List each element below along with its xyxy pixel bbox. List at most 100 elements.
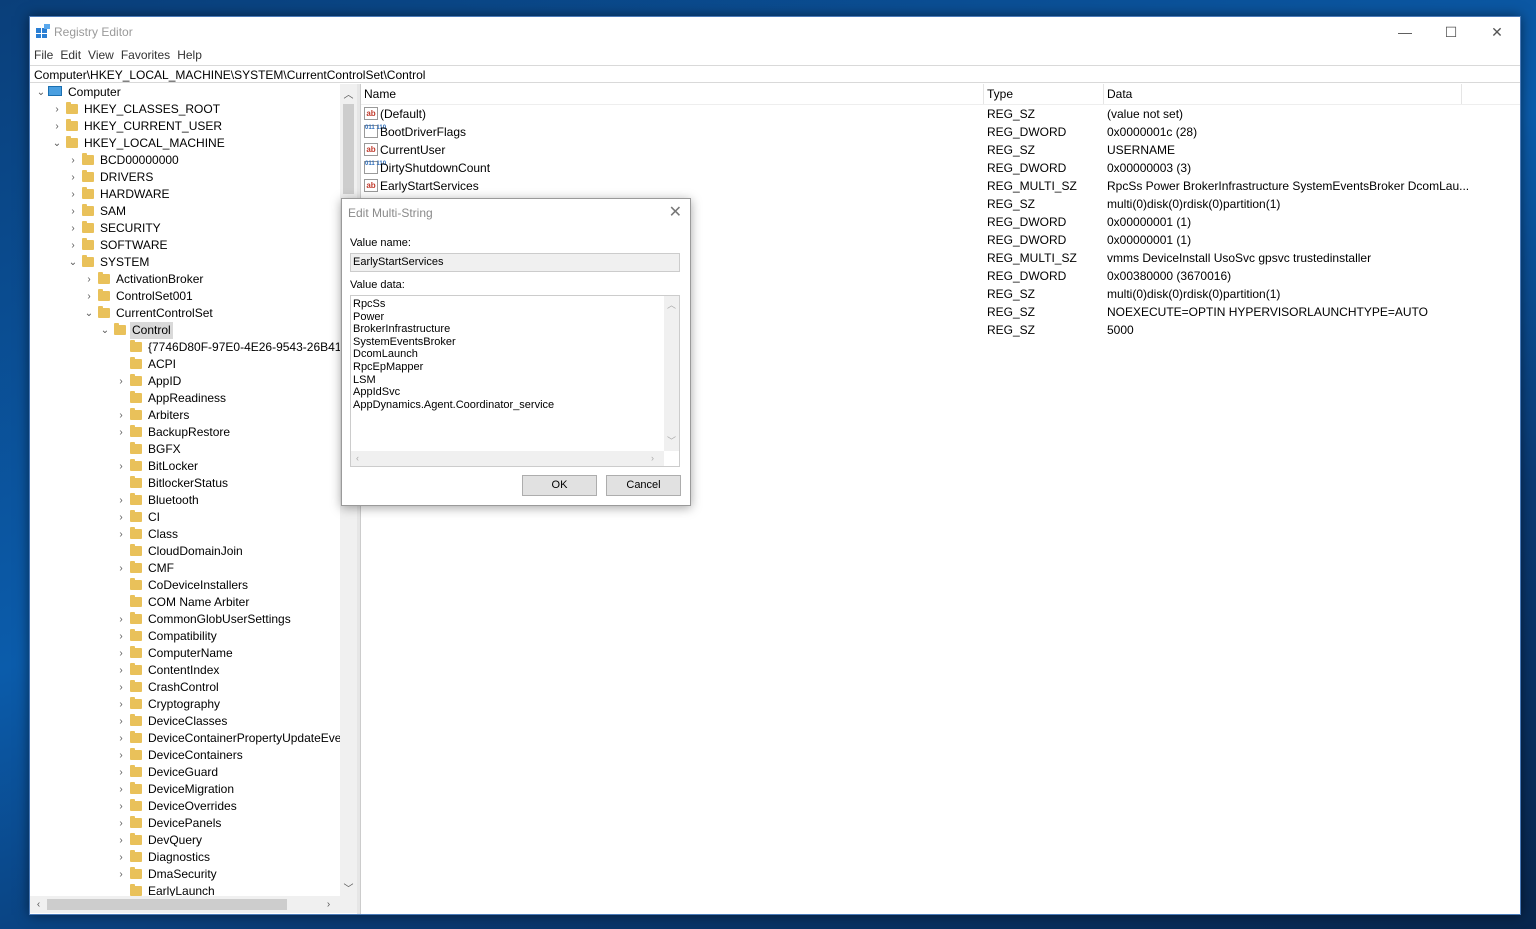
value-name: DirtyShutdownCount bbox=[380, 161, 491, 175]
menu-view[interactable]: View bbox=[85, 47, 117, 63]
folder-icon bbox=[130, 816, 142, 828]
close-button[interactable]: ✕ bbox=[1474, 17, 1520, 47]
chevron-right-icon[interactable]: › bbox=[116, 713, 126, 730]
menu-file[interactable]: File bbox=[31, 47, 56, 63]
folder-icon bbox=[82, 255, 94, 267]
chevron-right-icon[interactable]: › bbox=[116, 849, 126, 866]
tree-node-label: ActivationBroker bbox=[116, 272, 204, 286]
tree-node-label: CurrentControlSet bbox=[116, 306, 213, 320]
title-bar[interactable]: Registry Editor — ☐ ✕ bbox=[30, 17, 1520, 47]
maximize-button[interactable]: ☐ bbox=[1428, 17, 1474, 47]
value-name-field[interactable]: EarlyStartServices bbox=[350, 253, 680, 272]
folder-icon bbox=[130, 510, 142, 522]
menu-edit[interactable]: Edit bbox=[57, 47, 84, 63]
chevron-right-icon[interactable]: › bbox=[84, 271, 94, 288]
tree-node-label: Arbiters bbox=[148, 408, 190, 422]
tree-node-label: HKEY_CURRENT_USER bbox=[84, 119, 223, 133]
value-row[interactable]: ab EarlyStartServices REG_MULTI_SZ RpcSs Po… bbox=[361, 177, 1520, 195]
chevron-right-icon[interactable]: › bbox=[116, 730, 126, 747]
value-row[interactable]: 011 110 BootDriverFlags REG_DWORD 0x0000001… bbox=[361, 123, 1520, 141]
column-header-type[interactable]: Type bbox=[987, 87, 1013, 101]
folder-icon bbox=[130, 867, 142, 879]
chevron-right-icon[interactable]: › bbox=[116, 679, 126, 696]
chevron-down-icon[interactable]: ⌄ bbox=[84, 305, 94, 322]
scroll-right-icon[interactable]: › bbox=[320, 896, 337, 913]
chevron-right-icon[interactable]: › bbox=[116, 492, 126, 509]
address-bar[interactable]: Computer\HKEY_LOCAL_MACHINE\SYSTEM\Curre… bbox=[30, 65, 1520, 83]
scroll-up-icon[interactable]: ︿ bbox=[667, 298, 676, 311]
value-data: RpcSs Power BrokerInfrastructure SystemE… bbox=[1107, 179, 1470, 193]
value-row[interactable]: 011 110 DirtyShutdownCount REG_DWORD 0x0000… bbox=[361, 159, 1520, 177]
value-data-textarea[interactable]: RpcSs Power BrokerInfrastructure SystemEven… bbox=[350, 295, 680, 467]
chevron-right-icon[interactable]: › bbox=[52, 101, 62, 118]
column-divider[interactable] bbox=[983, 84, 984, 104]
data-vertical-scrollbar[interactable]: ︿ ﹀ bbox=[664, 296, 679, 451]
chevron-right-icon[interactable]: › bbox=[68, 237, 78, 254]
chevron-right-icon[interactable]: › bbox=[68, 186, 78, 203]
chevron-right-icon[interactable]: › bbox=[116, 815, 126, 832]
chevron-right-icon[interactable]: › bbox=[116, 781, 126, 798]
chevron-right-icon[interactable]: › bbox=[116, 645, 126, 662]
tree-vscroll-thumb[interactable] bbox=[343, 104, 354, 194]
chevron-right-icon[interactable]: › bbox=[116, 628, 126, 645]
chevron-right-icon[interactable]: › bbox=[116, 747, 126, 764]
folder-icon bbox=[130, 680, 142, 692]
chevron-right-icon[interactable]: › bbox=[116, 424, 126, 441]
chevron-right-icon[interactable]: › bbox=[116, 764, 126, 781]
column-header-data[interactable]: Data bbox=[1107, 87, 1132, 101]
chevron-right-icon[interactable]: › bbox=[68, 203, 78, 220]
scroll-down-icon[interactable]: ﹀ bbox=[667, 434, 676, 447]
chevron-right-icon[interactable]: › bbox=[116, 866, 126, 883]
column-divider[interactable] bbox=[1461, 84, 1462, 104]
scroll-right-icon[interactable]: › bbox=[651, 453, 654, 463]
chevron-right-icon[interactable]: › bbox=[116, 662, 126, 679]
tree-node-label: HARDWARE bbox=[100, 187, 170, 201]
ok-button[interactable]: OK bbox=[522, 475, 597, 496]
scroll-left-icon[interactable]: ‹ bbox=[30, 896, 47, 913]
menu-help[interactable]: Help bbox=[174, 47, 205, 63]
chevron-down-icon[interactable]: ⌄ bbox=[100, 322, 110, 339]
folder-icon bbox=[130, 850, 142, 862]
chevron-right-icon[interactable]: › bbox=[116, 611, 126, 628]
chevron-right-icon[interactable]: › bbox=[68, 169, 78, 186]
chevron-right-icon[interactable]: › bbox=[116, 798, 126, 815]
data-horizontal-scrollbar[interactable]: ‹ › bbox=[351, 451, 664, 466]
scroll-left-icon[interactable]: ‹ bbox=[356, 453, 359, 463]
value-type: REG_SZ bbox=[987, 305, 1036, 319]
chevron-down-icon[interactable]: ⌄ bbox=[52, 135, 62, 152]
scroll-down-icon[interactable]: ﹀ bbox=[340, 880, 357, 895]
column-divider[interactable] bbox=[1103, 84, 1104, 104]
column-header-name[interactable]: Name bbox=[364, 87, 396, 101]
chevron-right-icon[interactable]: › bbox=[116, 560, 126, 577]
value-type: REG_DWORD bbox=[987, 269, 1067, 283]
tree-hscroll-thumb[interactable] bbox=[47, 899, 287, 910]
chevron-right-icon[interactable]: › bbox=[116, 373, 126, 390]
chevron-right-icon[interactable]: › bbox=[116, 526, 126, 543]
tree-horizontal-scrollbar[interactable]: ‹ › bbox=[30, 896, 357, 913]
value-data: 0x00000001 (1) bbox=[1107, 215, 1192, 229]
scroll-up-icon[interactable]: ︿ bbox=[340, 86, 357, 101]
chevron-right-icon[interactable]: › bbox=[116, 509, 126, 526]
chevron-right-icon[interactable]: › bbox=[116, 696, 126, 713]
chevron-down-icon[interactable]: ⌄ bbox=[36, 84, 46, 101]
chevron-right-icon[interactable]: › bbox=[52, 118, 62, 135]
value-row[interactable]: ab CurrentUser REG_SZ USERNAME bbox=[361, 141, 1520, 159]
chevron-right-icon[interactable]: › bbox=[68, 152, 78, 169]
chevron-right-icon[interactable]: › bbox=[84, 288, 94, 305]
tree-node-label: BitlockerStatus bbox=[148, 476, 229, 490]
cancel-button[interactable]: Cancel bbox=[606, 475, 681, 496]
tree-node-label: SYSTEM bbox=[100, 255, 150, 269]
registry-tree[interactable]: ⌄ Computer › HKEY_CLASSES_ROOT › HKEY_CURRENT… bbox=[30, 84, 357, 896]
chevron-right-icon[interactable]: › bbox=[116, 832, 126, 849]
chevron-right-icon[interactable]: › bbox=[116, 407, 126, 424]
folder-icon bbox=[130, 408, 142, 420]
value-type: REG_SZ bbox=[987, 107, 1036, 121]
minimize-button[interactable]: — bbox=[1382, 17, 1428, 47]
folder-icon bbox=[130, 374, 142, 386]
menu-favorites[interactable]: Favorites bbox=[118, 47, 173, 63]
chevron-right-icon[interactable]: › bbox=[116, 458, 126, 475]
chevron-down-icon[interactable]: ⌄ bbox=[68, 254, 78, 271]
value-row[interactable]: ab (Default) REG_SZ (value not set) bbox=[361, 105, 1520, 123]
chevron-right-icon[interactable]: › bbox=[68, 220, 78, 237]
dialog-close-icon[interactable]: ✕ bbox=[669, 202, 682, 222]
